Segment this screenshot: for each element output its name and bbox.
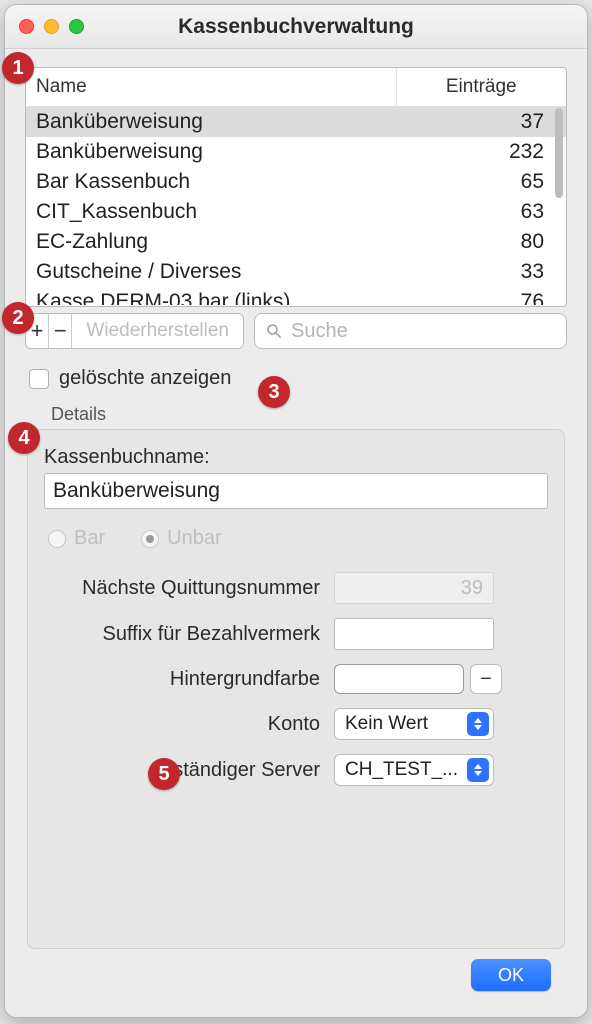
annotation-2: 2 [2,302,34,334]
table-row[interactable]: Bar Kassenbuch65 [26,167,566,197]
restore-button[interactable]: Wiederherstellen [72,314,243,348]
cell-name: Gutscheine / Diverses [26,257,396,287]
details-panel: Kassenbuchname: Bar Unbar Nächste Quittu… [27,429,565,949]
cell-entries: 33 [396,257,566,287]
radio-bar[interactable]: Bar [48,527,105,550]
titlebar: Kassenbuchverwaltung [5,5,587,49]
cell-name: Bar Kassenbuch [26,167,396,197]
table-row[interactable]: EC-Zahlung80 [26,227,566,257]
table-row[interactable]: Banküberweisung232 [26,137,566,167]
cell-name: CIT_Kassenbuch [26,197,396,227]
cell-name: EC-Zahlung [26,227,396,257]
next-receipt-field [334,572,494,604]
cell-entries: 80 [396,227,566,257]
suffix-input[interactable] [334,618,494,650]
table-row[interactable]: Gutscheine / Diverses33 [26,257,566,287]
cell-name: Banküberweisung [26,137,396,167]
next-receipt-label: Nächste Quittungsnummer [44,577,334,600]
col-name[interactable]: Name [26,68,396,107]
cell-entries: 232 [396,137,566,167]
suffix-label: Suffix für Bezahlvermerk [44,623,334,646]
search-input[interactable] [291,320,556,343]
content: Name Einträge Banküberweisung37Banküberw… [5,49,587,1017]
cashbook-table: Name Einträge Banküberweisung37Banküberw… [25,67,567,307]
annotation-4: 4 [8,422,40,454]
konto-label: Konto [44,713,334,736]
server-label: zuständiger Server [44,759,334,782]
footer: OK [25,949,567,1003]
chevron-updown-icon [467,712,489,736]
radio-unbar[interactable]: Unbar [141,527,221,550]
cell-name: Banküberweisung [26,107,396,137]
table-row[interactable]: Kasse DERM-03 bar (links)76 [26,287,566,305]
show-deleted-row: gelöschte anzeigen [29,367,567,390]
konto-select[interactable]: Kein Wert [334,708,494,740]
window-title: Kassenbuchverwaltung [178,15,414,39]
minimize-icon[interactable] [44,19,59,34]
close-icon[interactable] [19,19,34,34]
cell-name: Kasse DERM-03 bar (links) [26,287,396,305]
bgcolor-swatch[interactable] [334,664,464,694]
bgcolor-label: Hintergrundfarbe [44,668,334,691]
name-label: Kassenbuchname: [44,446,548,469]
annotation-3: 3 [258,376,290,408]
cell-entries: 37 [396,107,566,137]
table-row[interactable]: CIT_Kassenbuch63 [26,197,566,227]
search-icon [265,322,283,340]
cell-entries: 63 [396,197,566,227]
radio-icon [141,530,159,548]
search-field[interactable] [254,313,567,349]
radio-icon [48,530,66,548]
table-toolbar: + − Wiederherstellen [25,313,567,349]
annotation-1: 1 [2,52,34,84]
seg-buttons: + − Wiederherstellen [25,313,244,349]
payment-type-radios: Bar Unbar [48,527,548,550]
server-value: CH_TEST_... [345,759,458,781]
table-row[interactable]: Banküberweisung37 [26,107,566,137]
col-entries[interactable]: Einträge [396,68,566,107]
chevron-updown-icon [467,758,489,782]
show-deleted-checkbox[interactable] [29,369,49,389]
cell-entries: 76 [396,287,566,305]
server-select[interactable]: CH_TEST_... [334,754,494,786]
show-deleted-label: gelöschte anzeigen [59,367,231,390]
bgcolor-clear-button[interactable]: − [470,664,502,694]
cell-entries: 65 [396,167,566,197]
ok-button[interactable]: OK [471,959,551,991]
name-input[interactable] [44,473,548,509]
konto-value: Kein Wert [345,713,428,735]
annotation-5: 5 [148,758,180,790]
window: Kassenbuchverwaltung Name Einträge Bankü… [4,4,588,1018]
radio-unbar-label: Unbar [167,527,221,550]
details-heading: Details [51,404,567,425]
radio-bar-label: Bar [74,527,105,550]
zoom-icon[interactable] [69,19,84,34]
remove-button[interactable]: − [49,314,72,348]
scrollbar-thumb[interactable] [555,108,563,198]
traffic-lights [19,19,84,34]
